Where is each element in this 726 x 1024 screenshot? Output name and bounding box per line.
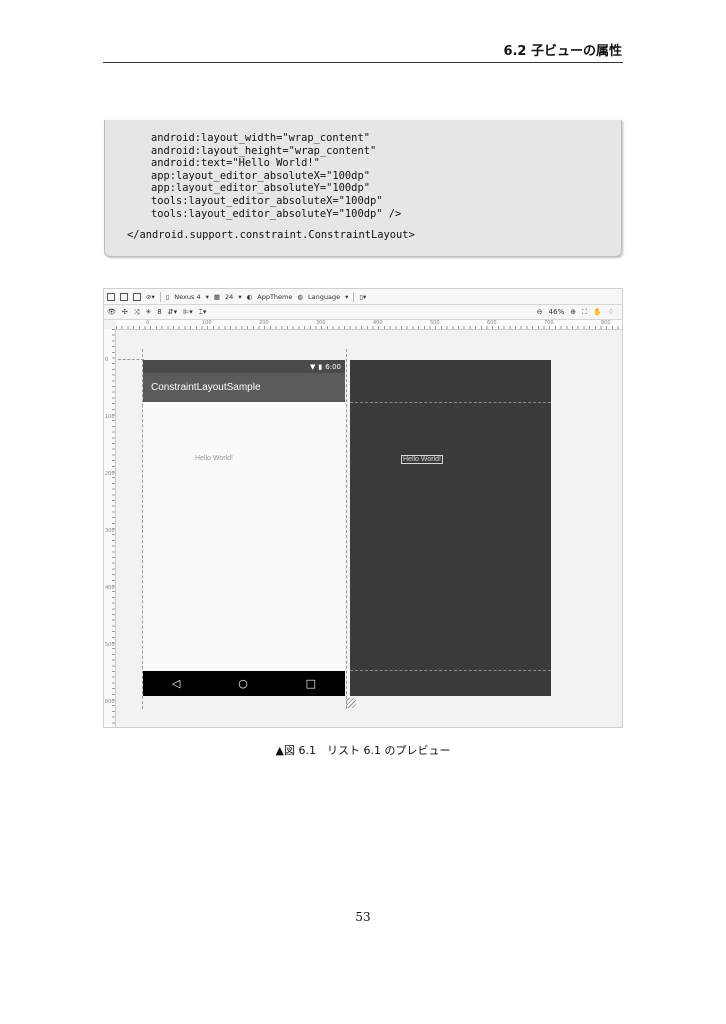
code-line: android:layout_height="wrap_content" [151,144,377,157]
layout-editor-screenshot: ⊘▾ ▯ Nexus 4 ▾ ▦ 24 ▾ ◐ AppTheme ◍ Languag… [103,288,623,728]
ruler-label: 100 [202,320,212,326]
pack-icon[interactable]: ⇵▾ [168,308,177,316]
section-header-title: 6.2 子ビューの属性 [503,44,622,59]
back-icon[interactable]: ◁ [172,677,180,690]
code-line: android:layout_width="wrap_content" [151,132,370,144]
code-line: </android.support.constraint.ConstraintL… [127,229,415,242]
chevron-down-icon: ▾ [238,292,242,301]
align-icon[interactable]: ⊫▾ [183,308,193,316]
editor-toolbar-bottom: 👁 ✣ ⤨ ✳ 8 ⇵▾ ⊫▾ ⌶▾ ⊖ 46% ⊕ ⛶ ✋ ♢ [104,305,622,320]
ruler-label: 500 [105,642,115,648]
ruler-label: 0 [105,357,109,363]
globe-icon: ◍ [297,292,304,301]
infer-constraints-icon[interactable]: ✳ [145,308,151,316]
toolbar-divider [353,291,355,302]
default-margin-value[interactable]: 8 [157,308,161,316]
page-number: 53 [355,910,371,924]
orientation-icon[interactable]: ⊘▾ [146,293,155,301]
ruler-label: 600 [105,699,115,705]
header-rule [103,62,623,63]
ruler-label: 100 [105,414,115,420]
navigation-bar: ◁ ○ □ [143,671,345,696]
warnings-icon[interactable]: ♢ [608,308,614,316]
theme-icon: ◐ [246,292,253,301]
design-view-icon[interactable] [107,292,115,301]
code-line: android:text="Hello World!" [151,157,320,170]
home-icon[interactable]: ○ [238,677,248,690]
autoconnect-icon[interactable]: ✣ [122,308,128,316]
status-time: 6:00 [325,362,341,371]
zoom-in-icon[interactable]: ⊕ [570,308,576,316]
hello-world-blueprint-textview[interactable]: Hello World! [401,455,443,464]
code-lines: android:layout_width="wrap_content" andr… [127,132,415,242]
zoom-out-icon[interactable]: ⊖ [537,308,543,316]
chevron-down-icon: ▾ [345,292,349,301]
layout-variant-icon[interactable]: ▯▾ [359,293,366,301]
code-line: app:layout_editor_absoluteY="100dp" [151,182,370,195]
ruler-label: 0 [146,320,150,326]
ruler-label: 400 [105,585,115,591]
ruler-label: 200 [105,471,115,477]
blueprint-guide-line [350,670,551,671]
guideline-icon[interactable]: ⌶▾ [199,308,207,317]
resize-handle[interactable] [346,698,356,708]
wifi-icon: ▼ [310,362,316,371]
chevron-down-icon: ▾ [205,292,209,301]
split-view-icon[interactable] [133,292,141,301]
theme-selector[interactable]: AppTheme [257,293,292,301]
ruler-label: 300 [105,528,115,534]
code-listing-box: android:layout_width="wrap_content" andr… [104,120,622,257]
app-bar: ConstraintLayoutSample [143,373,345,402]
blueprint-guide-line [350,402,551,403]
figure-caption: ▲図 6.1 リスト 6.1 のプレビュー [275,744,451,757]
ruler-vertical: 0 100 200 300 400 500 600 [104,329,116,727]
ruler-label: 200 [259,320,269,326]
guide-line [346,349,347,709]
device-icon: ▯ [165,292,170,301]
battery-icon: ▮ [318,362,323,371]
clear-constraints-icon[interactable]: ⤨ [134,308,140,317]
guide-line [118,359,144,360]
toolbar-divider [159,291,161,302]
show-constraints-icon[interactable]: 👁 [107,308,116,316]
language-selector[interactable]: Language [308,293,340,301]
code-line: app:layout_editor_absoluteX="100dp" [151,169,370,182]
zoom-fit-icon[interactable]: ⛶ [582,308,587,317]
code-line: tools:layout_editor_absoluteX="100dp" [151,194,383,207]
ruler-horizontal: 0 100 200 300 400 500 600 700 800 [116,320,622,330]
status-bar: ▼ ▮ 6:00 [143,360,345,373]
ruler-label: 800 [601,320,611,326]
code-line: tools:layout_editor_absoluteY="100dp" /> [151,207,402,220]
design-preview: ▼ ▮ 6:00 ConstraintLayoutSample Hello Wo… [143,360,345,696]
hello-world-textview[interactable]: Hello World! [195,455,233,462]
editor-toolbar-top: ⊘▾ ▯ Nexus 4 ▾ ▦ 24 ▾ ◐ AppTheme ◍ Languag… [104,289,622,305]
blueprint-preview: Hello World! [350,360,551,696]
ruler-label: 500 [430,320,440,326]
device-selector[interactable]: Nexus 4 [174,293,200,301]
app-title: ConstraintLayoutSample [151,382,261,393]
zoom-level: 46% [548,308,565,316]
ruler-label: 400 [373,320,383,326]
ruler-label: 700 [544,320,554,326]
blueprint-view-icon[interactable] [120,292,128,301]
pan-hand-icon[interactable]: ✋ [593,308,602,316]
api-level-selector[interactable]: 24 [225,293,233,301]
ruler-label: 300 [316,320,326,326]
recents-icon[interactable]: □ [306,677,316,690]
ruler-label: 600 [487,320,497,326]
android-icon: ▦ [213,292,221,301]
